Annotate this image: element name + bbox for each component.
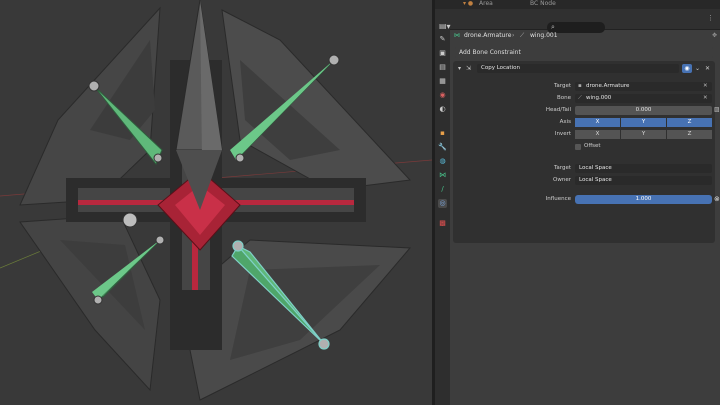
bone-joint-head-2 bbox=[328, 54, 340, 66]
bone-joint-head-1 bbox=[88, 80, 100, 92]
invert-z-toggle[interactable]: Z bbox=[667, 130, 712, 139]
plate-bottom-left bbox=[19, 214, 161, 392]
follow-bbone-icon[interactable]: ▨ bbox=[714, 106, 720, 113]
remove-constraint-icon[interactable]: ✕ bbox=[705, 65, 710, 72]
target-field[interactable]: ▪ drone.Armature ✕ bbox=[575, 82, 712, 91]
invert-y-toggle[interactable]: Y bbox=[621, 130, 666, 139]
properties-content: ⋈ drone.Armature › ⟋ wing.001 ✥ Add Bone… bbox=[450, 29, 720, 405]
view-layer-tab-icon[interactable]: ▦ bbox=[438, 77, 447, 86]
armature-tab-icon[interactable]: ⋈ bbox=[438, 171, 447, 180]
scene-tab-icon[interactable]: ◉ bbox=[438, 91, 447, 100]
world-tab-icon[interactable]: ◐ bbox=[438, 105, 447, 114]
bone-joint-tail-1 bbox=[153, 153, 163, 163]
bone-joint-selected-head bbox=[232, 240, 244, 252]
axis-x-toggle[interactable]: X bbox=[575, 118, 620, 127]
render-tab-icon[interactable]: ▣ bbox=[438, 49, 447, 58]
add-bone-constraint-button[interactable]: Add Bone Constraint bbox=[455, 47, 713, 58]
physics-tab-icon[interactable]: ◍ bbox=[438, 157, 447, 166]
tool-tab-icon[interactable]: ✎ bbox=[438, 35, 447, 44]
bone-constraint-tab-icon[interactable]: ◎ bbox=[438, 199, 447, 208]
axis-z-toggle[interactable]: Z bbox=[667, 118, 712, 127]
3d-viewport[interactable] bbox=[0, 0, 432, 405]
breadcrumb-armature: drone.Armature bbox=[464, 32, 512, 39]
invert-x-toggle[interactable]: X bbox=[575, 130, 620, 139]
headtail-label: Head/Tail bbox=[545, 107, 571, 113]
texture-tab-icon[interactable]: ▩ bbox=[438, 219, 447, 228]
output-tab-icon[interactable]: ▤ bbox=[438, 63, 447, 72]
disable-keep-transform-icon[interactable]: ⊗ bbox=[714, 195, 720, 203]
breadcrumb-bone: wing.001 bbox=[530, 32, 558, 39]
bone-joint-selected-tail bbox=[318, 338, 330, 350]
outliner-strip: ▾ ● Area BC Node bbox=[435, 0, 720, 9]
enable-toggle-icon[interactable]: ◉ bbox=[682, 64, 692, 73]
add-bone-constraint-label: Add Bone Constraint bbox=[459, 49, 521, 56]
breadcrumb-separator-icon: › bbox=[512, 32, 515, 39]
owner-space-select[interactable]: Local Space bbox=[575, 176, 712, 185]
influence-label: Influence bbox=[545, 196, 571, 202]
armature-icon: ⋈ bbox=[454, 32, 460, 39]
outliner-row-1[interactable]: Area bbox=[479, 0, 493, 7]
clear-bone-icon[interactable]: ✕ bbox=[703, 95, 708, 101]
offset-checkbox[interactable] bbox=[575, 144, 581, 150]
constraint-header: ▾ ⇲ Copy Location ◉ ⌄ ✕ bbox=[453, 63, 715, 75]
constraint-panel: ▾ ⇲ Copy Location ◉ ⌄ ✕ Target ▪ drone.A… bbox=[453, 61, 720, 243]
bone-label: Bone bbox=[556, 95, 571, 101]
object-icon: ▪ bbox=[578, 83, 582, 89]
properties-header: ▤▾ ⌕ ⋮ bbox=[435, 9, 720, 33]
collapse-icon[interactable]: ▾ bbox=[458, 65, 461, 72]
outliner-icon: ▾ ● bbox=[463, 0, 474, 7]
bone-icon: ⟋ bbox=[520, 32, 525, 39]
bone-joint-tail-3 bbox=[93, 295, 103, 305]
copy-location-icon: ⇲ bbox=[466, 65, 472, 72]
bone-joint-head-3 bbox=[155, 235, 165, 245]
viewport-scene bbox=[0, 0, 432, 401]
invert-label: Invert bbox=[554, 131, 571, 137]
target-label: Target bbox=[553, 83, 571, 89]
pin-icon[interactable]: ✥ bbox=[712, 32, 717, 39]
properties-editor: ▾ ● Area BC Node ▤▾ ⌕ ⋮ ✎ ▣ ▤ ▦ ◉ ◐ ▪ 🔧 … bbox=[435, 0, 720, 405]
object-tab-icon[interactable]: ▪ bbox=[438, 129, 447, 138]
offset-label: Offset bbox=[584, 143, 601, 149]
dropdown-icon[interactable]: ⌄ bbox=[695, 65, 700, 72]
bone-field[interactable]: ⟋ wing.000 ✕ bbox=[575, 94, 712, 103]
target-space-label: Target bbox=[553, 165, 571, 171]
properties-tabs: ✎ ▣ ▤ ▦ ◉ ◐ ▪ 🔧 ◍ ⋈ / ◎ ▩ bbox=[435, 29, 450, 405]
constraint-name-field[interactable]: Copy Location bbox=[477, 64, 679, 73]
axis-label: Axis bbox=[559, 119, 571, 125]
outliner-row-2[interactable]: BC Node bbox=[530, 0, 556, 7]
headtail-field[interactable]: 0.000 bbox=[575, 106, 712, 115]
bone-tab-icon[interactable]: / bbox=[438, 185, 447, 194]
owner-space-label: Owner bbox=[553, 177, 571, 183]
bone-joint-center bbox=[122, 212, 138, 228]
options-icon[interactable]: ⋮ bbox=[707, 14, 714, 22]
breadcrumb: ⋈ drone.Armature › ⟋ wing.001 ✥ bbox=[450, 29, 720, 43]
influence-slider[interactable]: 1.000 bbox=[575, 195, 712, 204]
bone-field-icon: ⟋ bbox=[578, 95, 582, 101]
target-space-select[interactable]: Local Space bbox=[575, 164, 712, 173]
modifier-tab-icon[interactable]: 🔧 bbox=[438, 143, 447, 152]
axis-y-toggle[interactable]: Y bbox=[621, 118, 666, 127]
bone-joint-tail-2 bbox=[235, 153, 245, 163]
clear-target-icon[interactable]: ✕ bbox=[703, 83, 708, 89]
